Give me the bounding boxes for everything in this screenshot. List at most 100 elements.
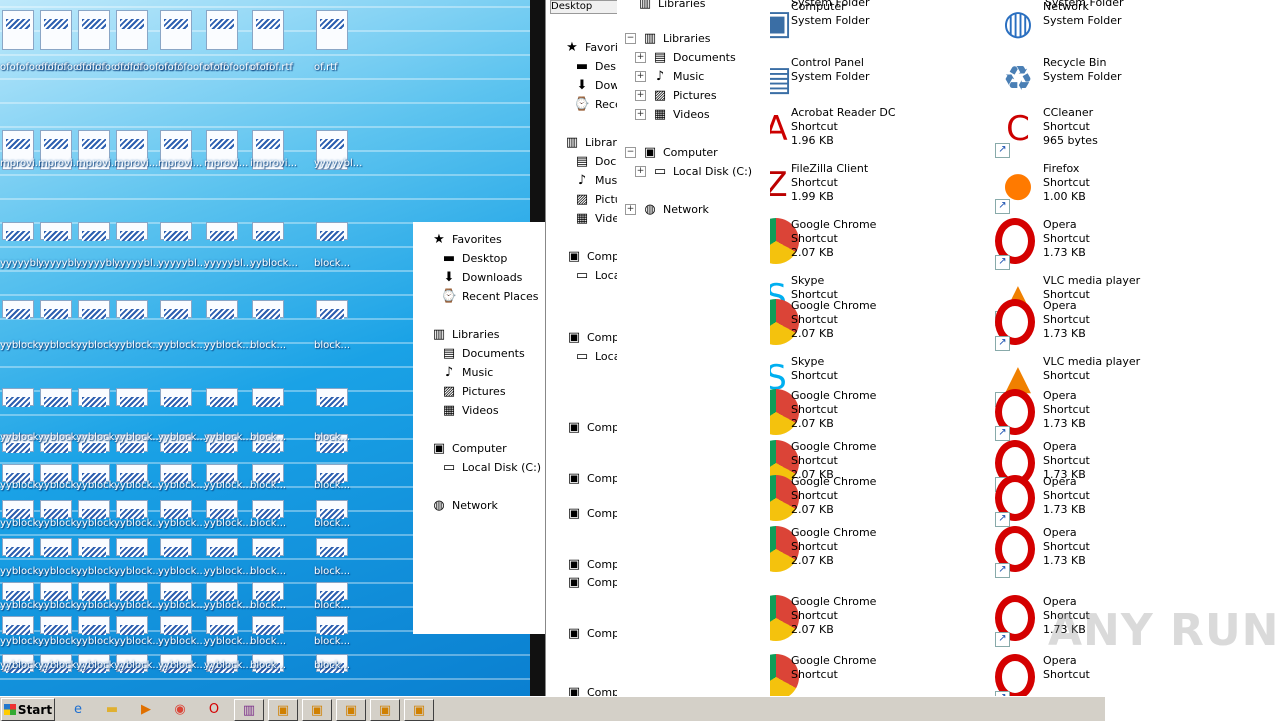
file-entry[interactable]: Z FileZilla Client Shortcut 1.99 KB xyxy=(770,162,993,214)
expand-icon[interactable]: − xyxy=(625,33,636,44)
rtf-file-icon[interactable] xyxy=(314,524,350,566)
file-entry[interactable]: Google Chrome Shortcut 2.07 KB xyxy=(770,526,993,578)
nav-item[interactable]: ▣ Comp xyxy=(566,469,618,488)
nav-item[interactable]: ▣ Comp xyxy=(566,573,618,592)
rtf-file-icon[interactable] xyxy=(314,208,350,250)
rtf-file-icon[interactable] xyxy=(158,208,194,250)
opera-icon[interactable]: O xyxy=(200,699,228,719)
rtf-file-icon[interactable] xyxy=(204,374,240,416)
file-entry[interactable]: ↗ OperaShortcut1.73 KB xyxy=(995,299,1215,351)
rtf-file-icon[interactable] xyxy=(76,10,112,52)
rtf-file-icon[interactable] xyxy=(158,374,194,416)
nav-item[interactable]: + ♪ Music xyxy=(635,67,704,86)
nav-item[interactable]: ▣ Comp xyxy=(566,418,618,437)
nav-item[interactable]: ★ Favorites xyxy=(431,230,502,249)
expand-icon[interactable]: + xyxy=(635,90,646,101)
file-entry[interactable]: ◍ Network System Folder xyxy=(995,0,1215,52)
rtf-file-icon[interactable] xyxy=(0,208,36,250)
rtf-file-icon[interactable] xyxy=(38,208,74,250)
expand-icon[interactable]: − xyxy=(625,147,636,158)
file-entry[interactable]: Google Chrome Shortcut 2.07 KB xyxy=(770,475,993,527)
file-entry[interactable]: ↗ OperaShortcut1.73 KB xyxy=(995,389,1215,441)
window-icon[interactable]: ▣ xyxy=(370,699,400,721)
rtf-file-icon[interactable] xyxy=(204,208,240,250)
file-entry[interactable]: ♻ Recycle Bin System Folder xyxy=(995,56,1215,108)
rtf-file-icon[interactable] xyxy=(158,524,194,566)
nav-item[interactable]: ▭ Local Disk (C:) xyxy=(441,458,541,477)
file-entry[interactable]: Google Chrome Shortcut xyxy=(770,654,993,696)
expand-icon[interactable]: + xyxy=(625,204,636,215)
window-icon[interactable]: ▣ xyxy=(404,699,434,721)
start-button[interactable]: Start xyxy=(1,698,55,721)
nav-item[interactable]: ⌚ Rece xyxy=(574,95,618,114)
rtf-file-icon[interactable] xyxy=(114,10,150,52)
rtf-file-icon[interactable] xyxy=(114,374,150,416)
nav-item[interactable]: ▤ Documents xyxy=(441,344,525,363)
nav-item[interactable]: + ▨ Pictures xyxy=(635,86,717,105)
file-entry[interactable]: Google Chrome Shortcut 2.07 KB xyxy=(770,218,993,270)
nav-item[interactable]: ▤ Docu xyxy=(574,152,618,171)
rtf-file-icon[interactable] xyxy=(158,286,194,328)
window-icon[interactable]: ▣ xyxy=(302,699,332,721)
expand-icon[interactable]: + xyxy=(635,109,646,120)
nav-item[interactable]: ▣ Comp xyxy=(566,683,618,696)
nav-item[interactable]: ▣ Comp xyxy=(566,624,618,643)
window-icon[interactable]: ▣ xyxy=(268,699,298,721)
rtf-file-icon[interactable] xyxy=(0,524,36,566)
nav-item[interactable]: ★ Favori xyxy=(564,38,618,57)
nav-item[interactable]: ▨ Pictu xyxy=(574,190,618,209)
file-entry[interactable]: ↗ OperaShortcut1.73 KB xyxy=(995,526,1215,578)
rtf-file-icon[interactable] xyxy=(314,374,350,416)
rtf-file-icon[interactable] xyxy=(38,374,74,416)
expand-icon[interactable]: + xyxy=(635,71,646,82)
rtf-file-icon[interactable] xyxy=(250,286,286,328)
nav-item[interactable]: ♪ Musi xyxy=(574,171,618,190)
rtf-file-icon[interactable] xyxy=(204,10,240,52)
file-entry[interactable]: Google Chrome Shortcut 2.07 KB xyxy=(770,389,993,441)
expand-icon[interactable]: + xyxy=(635,52,646,63)
ie-icon[interactable]: e xyxy=(64,699,92,719)
rtf-file-icon[interactable] xyxy=(250,524,286,566)
nav-item[interactable]: ⬇ Dow xyxy=(574,76,618,95)
nav-item[interactable]: ▥ Libraries xyxy=(637,0,706,13)
rtf-file-icon[interactable] xyxy=(204,524,240,566)
folder-icon[interactable]: ▬ xyxy=(98,699,126,719)
rtf-file-icon[interactable] xyxy=(76,208,112,250)
rtf-file-icon[interactable] xyxy=(250,208,286,250)
nav-item[interactable]: ▦ Videos xyxy=(441,401,499,420)
nav-item[interactable]: ▣ Comp xyxy=(566,247,618,266)
nav-item[interactable]: ▣ Comp xyxy=(566,328,618,347)
nav-item[interactable]: + ◍ Network xyxy=(625,200,709,219)
rtf-file-icon[interactable] xyxy=(158,10,194,52)
rtf-file-icon[interactable] xyxy=(38,524,74,566)
rtf-file-icon[interactable] xyxy=(250,10,286,52)
rtf-file-icon[interactable] xyxy=(76,524,112,566)
chrome-icon[interactable]: ◉ xyxy=(166,699,194,719)
nav-item[interactable]: + ▭ Local Disk (C:) xyxy=(635,162,752,181)
address-bar-fragment[interactable]: Desktop xyxy=(550,0,618,14)
rtf-file-icon[interactable] xyxy=(76,374,112,416)
nav-item[interactable]: ▣ Comp xyxy=(566,555,618,574)
rtf-file-icon[interactable] xyxy=(114,524,150,566)
nav-item[interactable]: ◍ Network xyxy=(431,496,498,515)
file-entry[interactable]: Google Chrome Shortcut 2.07 KB xyxy=(770,299,993,351)
rtf-file-icon[interactable] xyxy=(38,10,74,52)
file-entry[interactable]: ↗ OperaShortcut1.73 KB xyxy=(995,218,1215,270)
file-entry[interactable]: ▣ Computer System Folder xyxy=(770,0,993,52)
nav-item[interactable]: ▭ Loca xyxy=(574,266,618,285)
rtf-file-icon[interactable] xyxy=(38,286,74,328)
nav-item[interactable]: − ▣ Computer xyxy=(625,143,718,162)
media-player-icon[interactable]: ▶ xyxy=(132,699,160,719)
rtf-file-icon[interactable] xyxy=(0,10,36,52)
file-entry[interactable]: ● ↗ Firefox Shortcut 1.00 KB xyxy=(995,162,1215,214)
rtf-file-icon[interactable] xyxy=(314,286,350,328)
file-entry[interactable]: ↗ OperaShortcut1.73 KB xyxy=(995,475,1215,527)
rtf-file-icon[interactable] xyxy=(250,374,286,416)
nav-item[interactable]: ▦ Vide xyxy=(574,209,618,228)
rtf-file-icon[interactable] xyxy=(204,286,240,328)
nav-item[interactable]: ▥ Librari xyxy=(564,133,618,152)
rtf-file-icon[interactable] xyxy=(314,10,350,52)
file-entry[interactable]: Google Chrome Shortcut 2.07 KB xyxy=(770,595,993,647)
nav-item[interactable]: ▭ Loca xyxy=(574,347,618,366)
file-entry[interactable]: A Acrobat Reader DC Shortcut 1.96 KB xyxy=(770,106,993,158)
